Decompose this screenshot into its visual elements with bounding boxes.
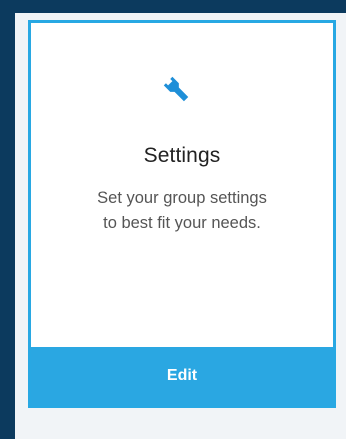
- edit-button[interactable]: Edit: [31, 347, 333, 405]
- wrench-icon: [155, 68, 193, 106]
- card-title: Settings: [143, 144, 221, 167]
- card-description: Set your group settings to best fit your…: [51, 186, 313, 236]
- settings-card: Settings Set your group settings to best…: [28, 20, 336, 408]
- card-description-line: Set your group settings: [97, 189, 267, 207]
- card-description-line: to best fit your needs.: [103, 214, 261, 232]
